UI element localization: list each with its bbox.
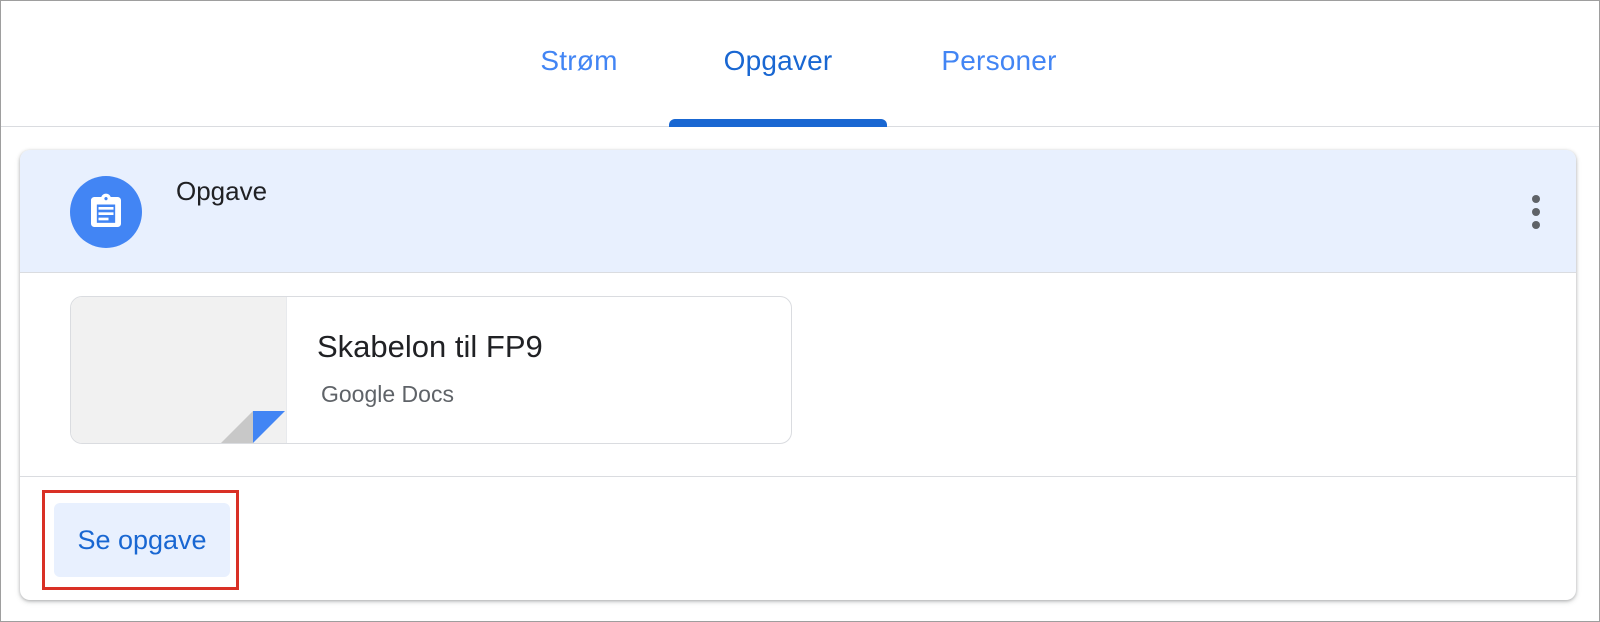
more-vert-icon[interactable] xyxy=(1520,188,1552,236)
see-assignment-button[interactable]: Se opgave xyxy=(54,503,230,577)
tab-opgaver-label: Opgaver xyxy=(723,45,833,76)
menu-dot xyxy=(1532,195,1540,203)
card-header[interactable]: Opgave xyxy=(20,150,1576,273)
tab-bar: Strøm Opgaver Personer xyxy=(1,1,1599,127)
tab-personer-label: Personer xyxy=(941,45,1057,76)
attachment-title: Skabelon til FP9 xyxy=(317,329,543,364)
assignment-clipboard-icon xyxy=(70,176,142,248)
card-divider xyxy=(20,476,1576,477)
tab-strom-label: Strøm xyxy=(540,45,618,76)
attachment-type: Google Docs xyxy=(321,381,454,407)
tab-opgaver[interactable]: Opgaver xyxy=(669,1,887,126)
card-title: Opgave xyxy=(176,176,268,206)
menu-dot xyxy=(1532,221,1540,229)
document-thumbnail xyxy=(71,297,287,443)
attachment-card[interactable]: Skabelon til FP9 Google Docs xyxy=(70,296,792,444)
tab-strom[interactable]: Strøm xyxy=(511,1,647,126)
active-tab-indicator xyxy=(669,119,887,127)
assignment-card: Opgave Skabelon til FP9 Google Docs Se o… xyxy=(20,150,1576,600)
page-curl-icon xyxy=(221,411,285,443)
menu-dot xyxy=(1532,208,1540,216)
tab-personer[interactable]: Personer xyxy=(919,1,1079,126)
page-frame: Strøm Opgaver Personer Opgave Skabelon t… xyxy=(0,0,1600,622)
